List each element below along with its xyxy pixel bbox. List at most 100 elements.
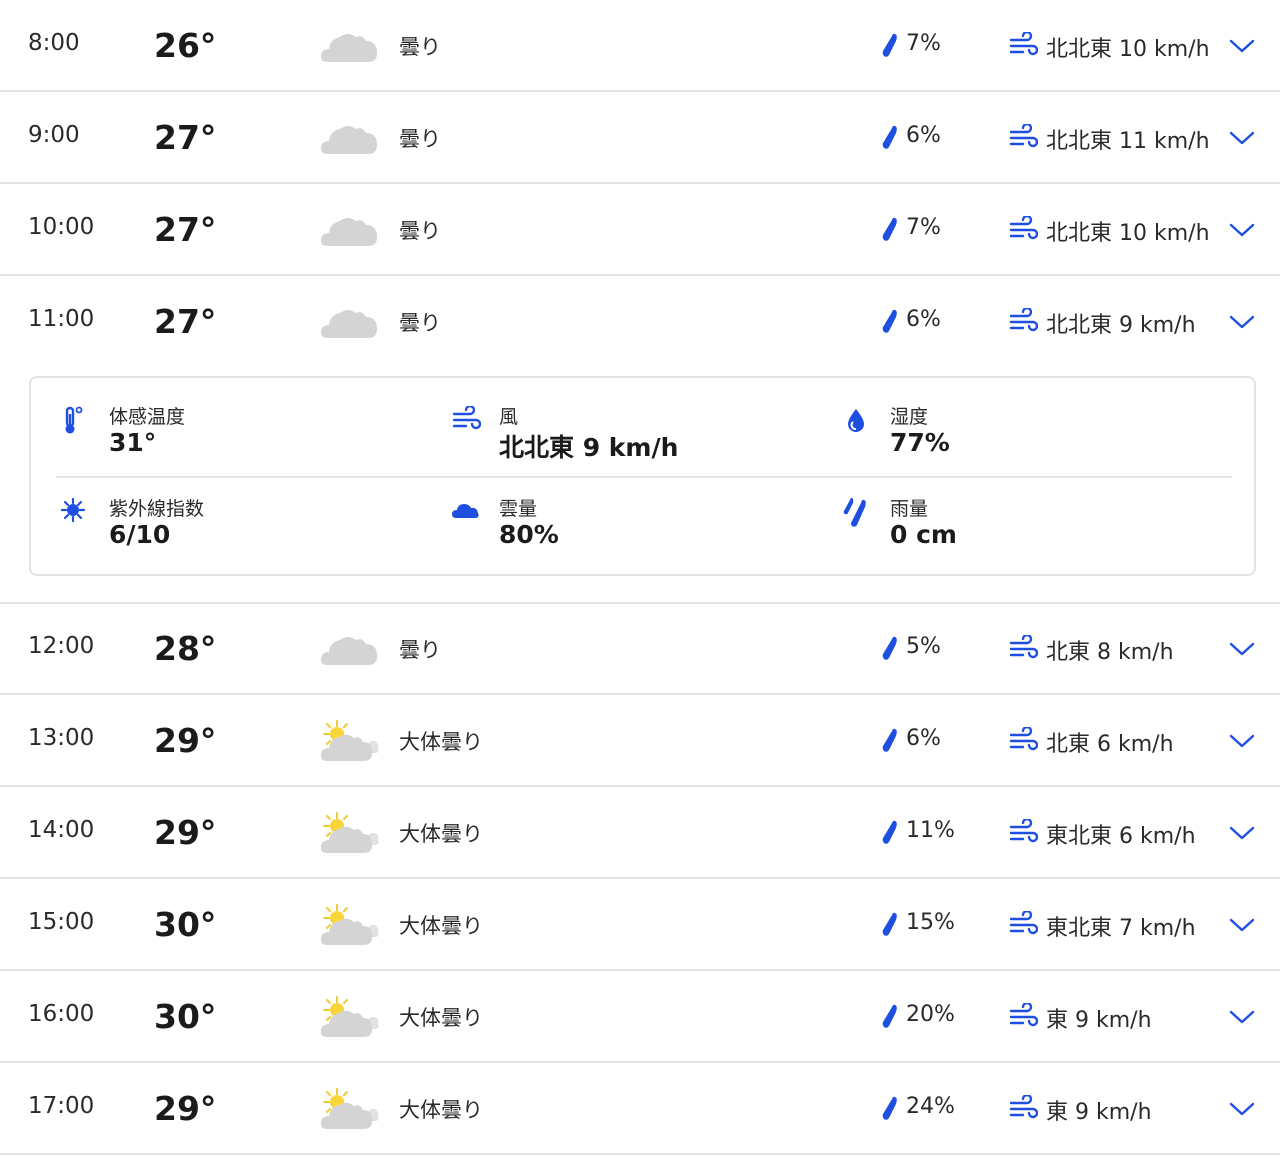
hour-row[interactable]: 10:00 27° 曇り 7% 北北東 10 km/h (0, 184, 1280, 276)
hour-temperature: 29° (154, 721, 217, 760)
chevron-down-icon[interactable] (1228, 220, 1256, 240)
hour-temperature: 29° (154, 1089, 217, 1128)
hour-time: 11:00 (28, 306, 95, 332)
hour-time: 16:00 (28, 1001, 95, 1027)
detail-label: 雨量 (890, 498, 929, 520)
hour-temperature: 27° (154, 302, 217, 341)
wind-icon (1008, 819, 1038, 845)
mostly-cloudy-icon (318, 1085, 380, 1133)
hour-temperature: 30° (154, 997, 217, 1036)
hour-row[interactable]: 15:00 30° 大体曇り 15% 東北東 7 km/h (0, 879, 1280, 971)
raindrop-icon (880, 635, 900, 661)
cloudy-icon (318, 625, 380, 673)
detail-label: 風 (499, 406, 519, 428)
wind-icon (1008, 911, 1038, 937)
hour-time: 12:00 (28, 633, 95, 659)
detail-label: 体感温度 (109, 406, 186, 428)
cloudy-icon (318, 298, 380, 346)
detail-value: 31° (109, 428, 157, 457)
wind-icon (451, 406, 481, 432)
hour-row-header[interactable]: 16:00 30° 大体曇り 20% 東 9 km/h (0, 971, 1280, 1063)
hour-time: 9:00 (28, 122, 80, 148)
hour-row[interactable]: 8:00 26° 曇り 7% 北北東 10 km/h (0, 0, 1280, 92)
hour-wind: 東 9 km/h (1046, 1100, 1152, 1125)
hour-rain-chance: 6% (906, 307, 941, 332)
hour-condition: 大体曇り (399, 1098, 483, 1122)
hour-row[interactable]: 13:00 29° 大体曇り 6% 北東 6 km/h (0, 695, 1280, 787)
raindrop-icon (880, 308, 900, 334)
wind-icon (1008, 124, 1038, 150)
hour-time: 10:00 (28, 214, 95, 240)
detail-value: 80% (499, 520, 559, 549)
mostly-cloudy-icon (318, 717, 380, 765)
hour-row-header[interactable]: 17:00 29° 大体曇り 24% 東 9 km/h (0, 1063, 1280, 1155)
hour-temperature: 27° (154, 210, 217, 249)
hour-condition: 大体曇り (399, 822, 483, 846)
hour-condition: 曇り (399, 35, 441, 59)
hour-wind: 北東 8 km/h (1046, 640, 1174, 665)
raindrop-icon (880, 216, 900, 242)
chevron-down-icon[interactable] (1228, 1007, 1256, 1027)
chevron-down-icon[interactable] (1228, 915, 1256, 935)
hour-condition: 大体曇り (399, 914, 483, 938)
hour-rain-chance: 7% (906, 215, 941, 240)
cloudy-icon (318, 22, 380, 70)
hour-row[interactable]: 17:00 29° 大体曇り 24% 東 9 km/h (0, 1063, 1280, 1155)
hour-condition: 曇り (399, 311, 441, 335)
hour-time: 14:00 (28, 817, 95, 843)
hour-wind: 東 9 km/h (1046, 1008, 1152, 1033)
rain-icon (843, 497, 866, 527)
hour-row-header[interactable]: 14:00 29° 大体曇り 11% 東北東 6 km/h (0, 787, 1280, 879)
hour-condition: 曇り (399, 219, 441, 243)
hour-time: 15:00 (28, 909, 95, 935)
cloudy-icon (318, 114, 380, 162)
detail-humidity: 湿度 77% (842, 402, 1222, 472)
hour-row[interactable]: 16:00 30° 大体曇り 20% 東 9 km/h (0, 971, 1280, 1063)
chevron-down-icon[interactable] (1228, 823, 1256, 843)
hour-row-header[interactable]: 15:00 30° 大体曇り 15% 東北東 7 km/h (0, 879, 1280, 971)
sun-icon (61, 497, 86, 523)
hour-rain-chance: 15% (906, 910, 955, 935)
cloudy-icon (318, 206, 380, 254)
chevron-down-icon[interactable] (1228, 128, 1256, 148)
hour-wind: 北東 6 km/h (1046, 732, 1174, 757)
wind-icon (1008, 1003, 1038, 1029)
detail-value: 北北東 9 km/h (499, 433, 679, 462)
detail-rainfall: 雨量 0 cm (842, 494, 1222, 564)
raindrop-icon (880, 727, 900, 753)
hour-wind: 北北東 9 km/h (1046, 313, 1196, 338)
chevron-down-icon[interactable] (1228, 312, 1256, 332)
mostly-cloudy-icon (318, 993, 380, 1041)
chevron-down-icon[interactable] (1228, 1099, 1256, 1119)
hour-rain-chance: 11% (906, 818, 955, 843)
hour-wind: 北北東 11 km/h (1046, 129, 1210, 154)
wind-icon (1008, 635, 1038, 661)
detail-value: 6/10 (109, 520, 171, 549)
hour-row-header[interactable]: 13:00 29° 大体曇り 6% 北東 6 km/h (0, 695, 1280, 787)
chevron-down-icon[interactable] (1228, 731, 1256, 751)
chevron-down-icon[interactable] (1228, 639, 1256, 659)
hour-rain-chance: 6% (906, 123, 941, 148)
hour-row-header[interactable]: 8:00 26° 曇り 7% 北北東 10 km/h (0, 0, 1280, 92)
cloud-icon (452, 504, 479, 518)
hour-row[interactable]: 9:00 27° 曇り 6% 北北東 11 km/h (0, 92, 1280, 184)
wind-icon (1008, 32, 1038, 58)
hour-wind: 北北東 10 km/h (1046, 37, 1210, 62)
hour-row-header[interactable]: 9:00 27° 曇り 6% 北北東 11 km/h (0, 92, 1280, 184)
hour-time: 17:00 (28, 1093, 95, 1119)
detail-cloud-cover: 雲量 80% (451, 494, 831, 564)
hour-temperature: 26° (154, 26, 217, 65)
hour-row-header[interactable]: 10:00 27° 曇り 7% 北北東 10 km/h (0, 184, 1280, 276)
chevron-down-icon[interactable] (1228, 36, 1256, 56)
raindrop-icon (880, 819, 900, 845)
raindrop-icon (880, 32, 900, 58)
thermometer-icon (65, 406, 83, 434)
hour-row-header[interactable]: 11:00 27° 曇り 6% 北北東 9 km/h (0, 276, 1280, 368)
hour-row-header[interactable]: 12:00 28° 曇り 5% 北東 8 km/h (0, 603, 1280, 695)
raindrop-icon (880, 1095, 900, 1121)
hour-row[interactable]: 12:00 28° 曇り 5% 北東 8 km/h (0, 603, 1280, 695)
mostly-cloudy-icon (318, 809, 380, 857)
detail-value: 0 cm (890, 520, 957, 549)
detail-label: 紫外線指数 (109, 498, 205, 520)
hour-row[interactable]: 14:00 29° 大体曇り 11% 東北東 6 km/h (0, 787, 1280, 879)
